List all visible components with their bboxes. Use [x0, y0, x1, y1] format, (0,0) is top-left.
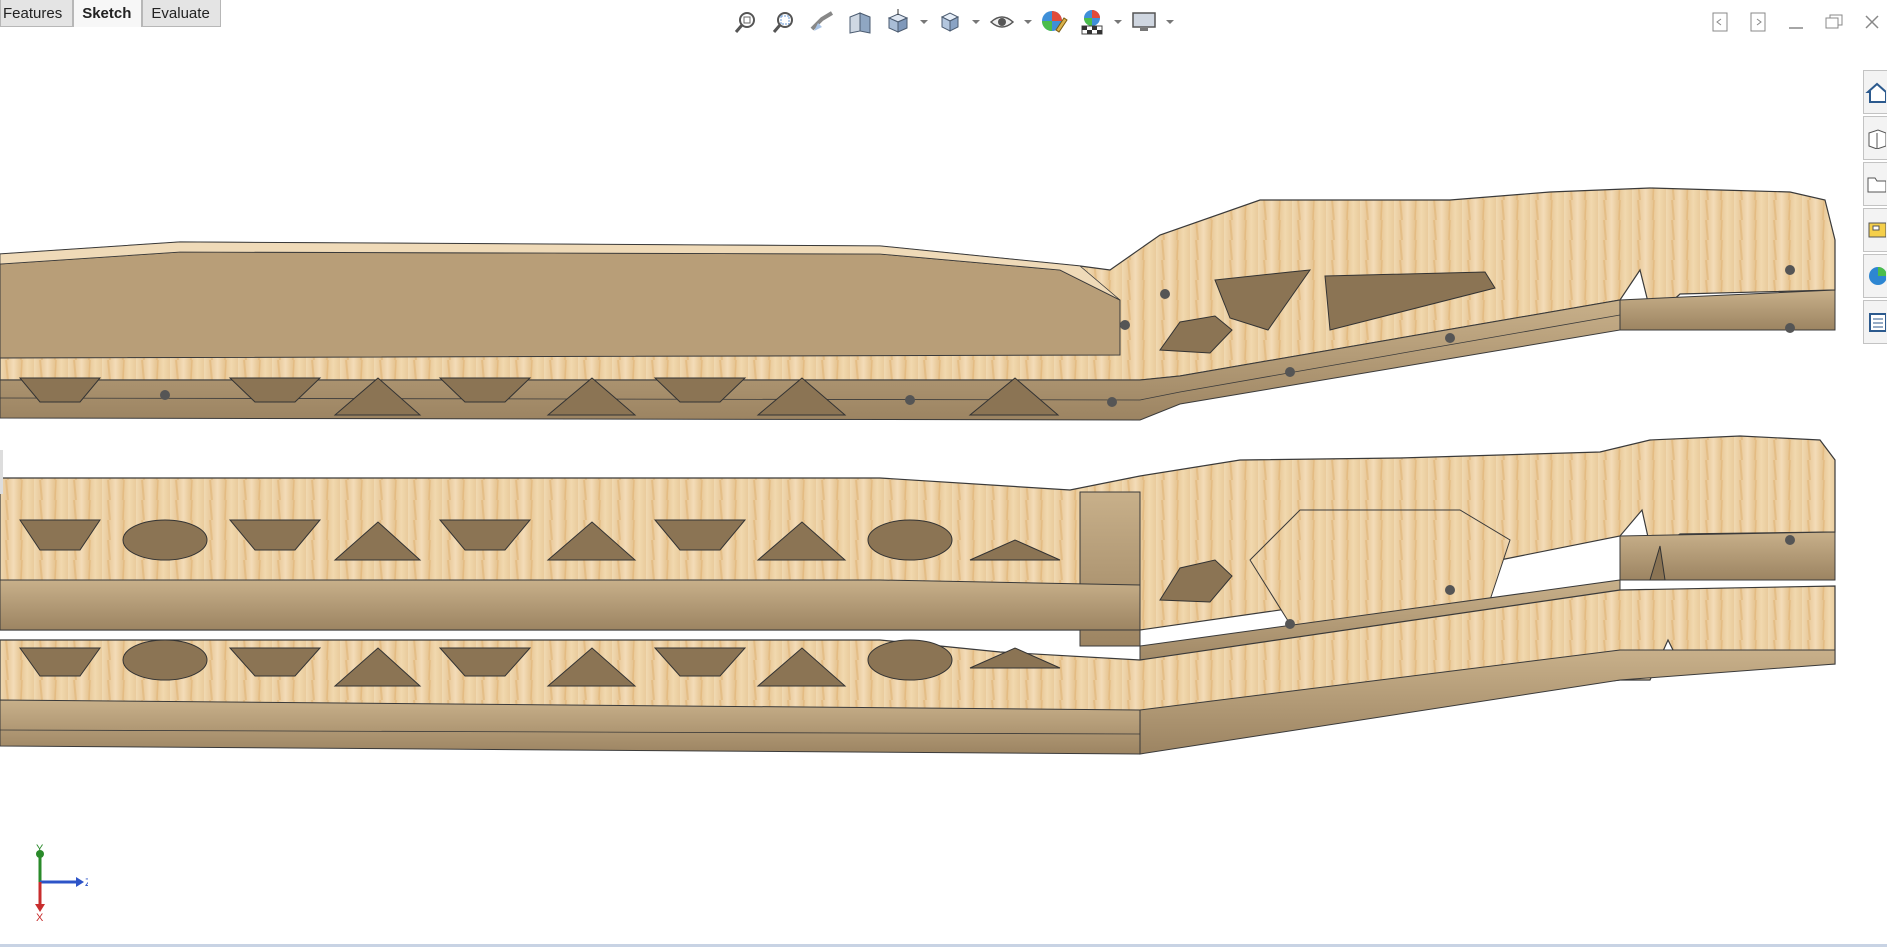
display-style-icon[interactable]: [932, 4, 968, 40]
tab-sketch[interactable]: Sketch: [73, 0, 143, 27]
hide-show-items-dropdown[interactable]: [1022, 4, 1034, 40]
display-style-dropdown[interactable]: [970, 4, 982, 40]
view-settings-dropdown[interactable]: [1164, 4, 1176, 40]
triad-x-label: X: [36, 912, 44, 922]
tab-features[interactable]: Features: [0, 0, 74, 27]
hide-show-items-icon[interactable]: [984, 4, 1020, 40]
window-controls: [1705, 10, 1887, 34]
tile-left-icon[interactable]: [1705, 10, 1735, 34]
viewport-edge-marker: [0, 450, 3, 494]
edit-appearance-icon[interactable]: [1036, 4, 1072, 40]
close-icon[interactable]: [1857, 10, 1887, 34]
command-manager-tabs: Features Sketch Evaluate: [0, 0, 221, 28]
triad-y-label: Y: [36, 843, 44, 855]
zoom-to-area-icon[interactable]: [766, 4, 802, 40]
plywood-frame-model: [0, 187, 1836, 755]
triad-z-label: Z: [85, 877, 88, 889]
heads-up-view-toolbar: [728, 4, 1176, 40]
minimize-icon[interactable]: [1781, 10, 1811, 34]
section-view-icon[interactable]: [842, 4, 878, 40]
apply-scene-dropdown[interactable]: [1112, 4, 1124, 40]
view-orientation-icon[interactable]: [880, 4, 916, 40]
view-settings-icon[interactable]: [1126, 4, 1162, 40]
tile-right-icon[interactable]: [1743, 10, 1773, 34]
restore-icon[interactable]: [1819, 10, 1849, 34]
apply-scene-icon[interactable]: [1074, 4, 1110, 40]
previous-view-icon[interactable]: [804, 4, 840, 40]
reference-triad: Y Z X: [28, 842, 92, 924]
tab-evaluate[interactable]: Evaluate: [142, 0, 221, 27]
zoom-to-fit-icon[interactable]: [728, 4, 764, 40]
graphics-area[interactable]: [0, 40, 1887, 940]
view-orientation-dropdown[interactable]: [918, 4, 930, 40]
